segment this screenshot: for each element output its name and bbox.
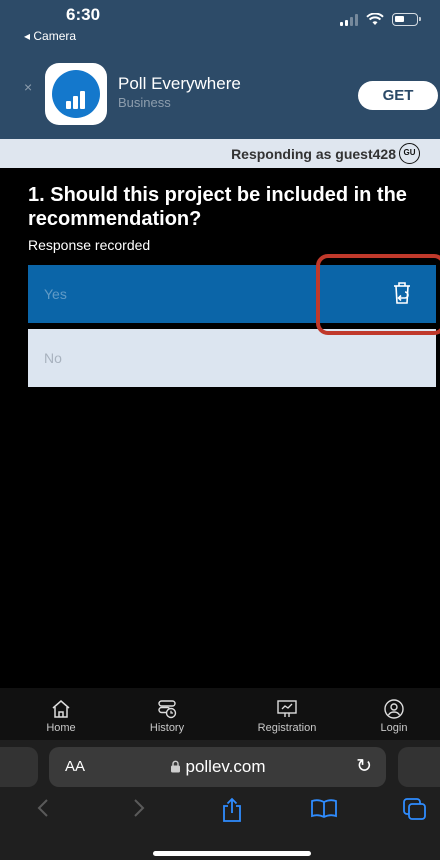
back-icon[interactable] [36, 797, 50, 819]
option-label: No [44, 350, 62, 366]
share-icon[interactable] [221, 797, 243, 823]
responding-as-text: Responding as guest428 [231, 146, 396, 162]
domain-text: pollev.com [185, 757, 266, 776]
poll-everywhere-app-icon [45, 63, 107, 125]
bookmarks-icon[interactable] [310, 797, 338, 819]
status-bar: 6:30 ◂ Camera [0, 0, 440, 52]
status-icons [340, 13, 421, 26]
address-bar[interactable]: AA pollev.com ↻ [49, 747, 386, 787]
tab-home-label: Home [46, 722, 76, 734]
get-app-button[interactable]: GET [358, 81, 438, 110]
registration-icon [277, 700, 297, 717]
option-label: Yes [44, 286, 67, 302]
app-category: Business [118, 95, 171, 110]
tabs-icon[interactable] [402, 797, 428, 821]
responding-bar: Responding as guest428 GU [0, 139, 440, 168]
browser-nav-row [0, 795, 440, 835]
next-tab-peek[interactable] [398, 747, 440, 787]
back-to-app-link[interactable]: ◂ Camera [24, 29, 76, 43]
tab-history[interactable]: History [127, 688, 207, 740]
wifi-icon [366, 13, 384, 25]
lock-icon [170, 760, 180, 773]
previous-tab-peek[interactable] [0, 747, 38, 787]
tab-login[interactable]: Login [354, 688, 434, 740]
question-title: 1. Should this project be included in th… [28, 184, 407, 230]
history-icon [158, 700, 177, 719]
option-no[interactable]: No [28, 329, 436, 387]
url-text: pollev.com [49, 757, 386, 777]
browser-toolbar: AA pollev.com ↻ [0, 740, 440, 860]
forward-icon[interactable] [132, 797, 146, 819]
banner-close-icon[interactable]: × [24, 79, 32, 95]
highlight-annotation [316, 254, 440, 335]
reload-icon[interactable]: ↻ [356, 755, 372, 778]
bottom-tab-bar: Home History Registration Login [0, 688, 440, 740]
app-name: Poll Everywhere [118, 74, 241, 93]
home-icon [52, 700, 70, 718]
user-avatar[interactable]: GU [399, 143, 420, 164]
tab-registration[interactable]: Registration [247, 688, 327, 740]
response-status: Response recorded [28, 237, 151, 253]
battery-icon [392, 13, 421, 26]
tab-registration-label: Registration [257, 722, 317, 734]
home-indicator[interactable] [153, 851, 311, 856]
status-time: 6:30 [66, 5, 101, 24]
tab-login-label: Login [380, 722, 408, 734]
tab-home[interactable]: Home [21, 688, 101, 740]
tab-history-label: History [149, 722, 185, 734]
login-icon [384, 699, 404, 719]
app-store-banner: × Poll Everywhere Business GET [0, 52, 440, 139]
signal-icon [340, 13, 358, 26]
